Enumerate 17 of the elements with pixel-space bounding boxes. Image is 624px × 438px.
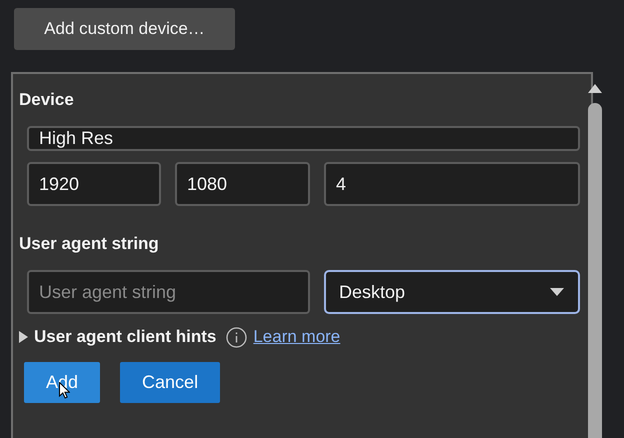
device-type-select[interactable]: Desktop xyxy=(324,270,580,314)
expand-triangle-icon[interactable] xyxy=(19,331,28,343)
cancel-button[interactable]: Cancel xyxy=(120,362,220,403)
scale-field[interactable]: 4 xyxy=(324,162,580,206)
user-agent-heading: User agent string xyxy=(19,234,160,255)
user-agent-field[interactable]: User agent string xyxy=(27,270,310,314)
scrollbar-thumb[interactable] xyxy=(588,103,602,438)
height-field[interactable]: 1080 xyxy=(175,162,310,206)
learn-more-link[interactable]: Learn more xyxy=(253,327,340,347)
info-icon xyxy=(226,326,248,348)
width-field[interactable]: 1920 xyxy=(27,162,161,206)
device-heading: Device xyxy=(19,90,75,111)
caret-icon xyxy=(550,288,564,296)
client-hints-label: User agent client hints xyxy=(34,327,216,347)
device-name-field[interactable]: High Res xyxy=(27,126,580,151)
scroll-up-arrow-icon[interactable] xyxy=(588,84,602,93)
add-custom-device-button[interactable]: Add custom device… xyxy=(14,8,235,50)
